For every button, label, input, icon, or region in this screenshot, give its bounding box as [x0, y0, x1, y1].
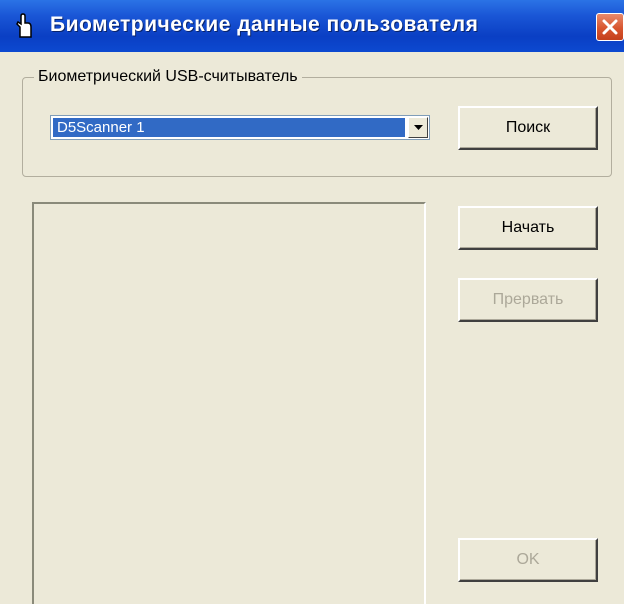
start-button[interactable]: Начать [458, 206, 598, 250]
window-title: Биометрические данные пользователя [50, 13, 479, 36]
fingerprint-image-panel [32, 202, 426, 604]
close-button[interactable] [596, 13, 624, 41]
device-select[interactable]: D5Scanner 1 [50, 115, 430, 140]
ok-button[interactable]: OK [458, 538, 598, 582]
hand-pointer-icon [14, 13, 34, 39]
abort-button[interactable]: Прервать [458, 278, 598, 322]
biometric-dialog: Биометрические данные пользователя Биоме… [0, 0, 624, 604]
reader-group-label: Биометрический USB-считыватель [34, 68, 302, 86]
chevron-down-icon [414, 125, 423, 130]
title-bar[interactable]: Биометрические данные пользователя [0, 0, 624, 52]
close-icon [602, 19, 618, 35]
search-button[interactable]: Поиск [458, 106, 598, 150]
dropdown-button[interactable] [408, 117, 428, 138]
device-select-value: D5Scanner 1 [53, 118, 405, 137]
